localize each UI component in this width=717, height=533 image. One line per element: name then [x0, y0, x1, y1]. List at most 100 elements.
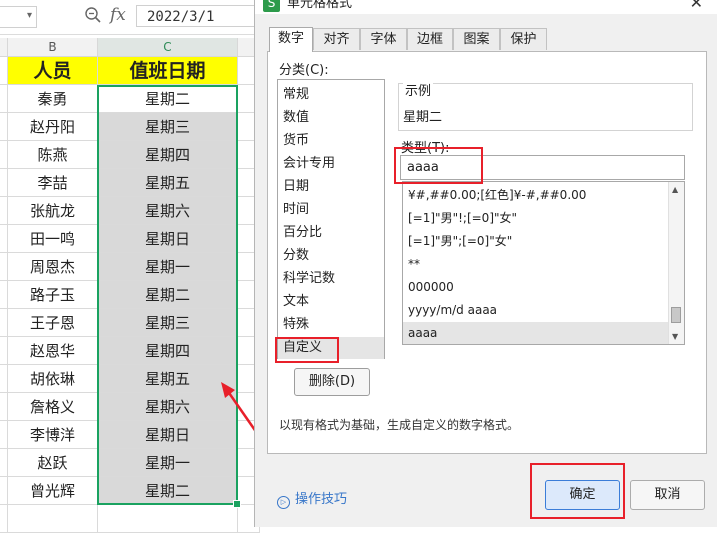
- cell[interactable]: [0, 253, 8, 281]
- cell[interactable]: [0, 85, 8, 113]
- delete-button[interactable]: 删除(D): [294, 368, 370, 396]
- chevron-down-icon[interactable]: ▾: [27, 10, 32, 21]
- cell[interactable]: [0, 449, 8, 477]
- day-cell[interactable]: 星期四: [98, 337, 238, 365]
- day-cell[interactable]: 星期一: [98, 253, 238, 281]
- tab-protection[interactable]: 保护: [500, 28, 547, 50]
- ok-button[interactable]: 确定: [545, 480, 620, 510]
- cell[interactable]: [0, 169, 8, 197]
- name-cell[interactable]: 李喆: [8, 169, 98, 197]
- format-list-scrollbar[interactable]: ▲ ▼: [668, 182, 684, 344]
- category-item-special[interactable]: 特殊: [283, 314, 383, 336]
- name-cell[interactable]: 赵恩华: [8, 337, 98, 365]
- dialog-title: 单元格格式: [287, 0, 353, 11]
- fx-icon[interactable]: fx: [110, 5, 126, 25]
- day-cell[interactable]: 星期三: [98, 113, 238, 141]
- format-item[interactable]: [=1]"男"!;[=0]"女": [403, 207, 669, 230]
- tab-alignment[interactable]: 对齐: [313, 28, 360, 50]
- table-row: 赵恩华 星期四: [0, 337, 260, 365]
- name-cell[interactable]: 曾光辉: [8, 477, 98, 505]
- cell[interactable]: [0, 197, 8, 225]
- name-cell[interactable]: 陈燕: [8, 141, 98, 169]
- cell[interactable]: [0, 365, 8, 393]
- cell[interactable]: [0, 225, 8, 253]
- name-cell[interactable]: 田一鸣: [8, 225, 98, 253]
- day-cell[interactable]: 星期六: [98, 197, 238, 225]
- name-cell[interactable]: 李博洋: [8, 421, 98, 449]
- tips-label[interactable]: 操作技巧: [295, 492, 347, 507]
- category-item-scientific[interactable]: 科学记数: [283, 268, 383, 290]
- format-list[interactable]: ¥#,##0.00;[红色]¥-#,##0.00 [=1]"男"!;[=0]"女…: [402, 181, 685, 345]
- scrollbar-thumb[interactable]: [671, 307, 681, 323]
- category-item-number[interactable]: 数值: [283, 107, 383, 129]
- day-cell[interactable]: 星期二: [98, 85, 238, 113]
- scroll-up-icon[interactable]: ▲: [672, 185, 678, 194]
- column-header-a[interactable]: [0, 38, 8, 57]
- category-item-accounting[interactable]: 会计专用: [283, 153, 383, 175]
- cell[interactable]: [0, 393, 8, 421]
- column-header-b[interactable]: B: [8, 38, 98, 57]
- category-list[interactable]: 常规 数值 货币 会计专用 日期 时间 百分比 分数 科学记数 文本 特殊 自定…: [277, 79, 385, 359]
- name-cell[interactable]: 胡依琳: [8, 365, 98, 393]
- table-row: 周恩杰 星期一: [0, 253, 260, 281]
- description-text: 以现有格式为基础，生成自定义的数字格式。: [279, 418, 520, 432]
- category-item-custom[interactable]: 自定义: [278, 337, 384, 359]
- category-item-currency[interactable]: 货币: [283, 130, 383, 152]
- format-item[interactable]: ¥#,##0.00;[红色]¥-#,##0.00: [403, 184, 669, 207]
- tab-number[interactable]: 数字: [269, 27, 313, 52]
- tips-link[interactable]: ▷ 操作技巧: [277, 488, 347, 509]
- name-cell[interactable]: 秦勇: [8, 85, 98, 113]
- tab-border[interactable]: 边框: [407, 28, 453, 50]
- day-cell[interactable]: 星期一: [98, 449, 238, 477]
- cell[interactable]: [98, 505, 238, 533]
- name-cell[interactable]: 詹格义: [8, 393, 98, 421]
- fill-handle[interactable]: [233, 500, 241, 508]
- cell[interactable]: [0, 309, 8, 337]
- format-item[interactable]: yyyy/m/d aaaa: [403, 299, 669, 322]
- category-item-text[interactable]: 文本: [283, 291, 383, 313]
- header-cell-name[interactable]: 人员: [8, 57, 98, 85]
- category-item-date[interactable]: 日期: [283, 176, 383, 198]
- format-item[interactable]: [=1]"男";[=0]"女": [403, 230, 669, 253]
- name-cell[interactable]: 路子玉: [8, 281, 98, 309]
- cell[interactable]: [0, 337, 8, 365]
- cancel-button[interactable]: 取消: [630, 480, 705, 510]
- column-header-c[interactable]: C: [98, 38, 238, 57]
- format-item[interactable]: **: [403, 253, 669, 276]
- cell[interactable]: [0, 113, 8, 141]
- tab-pattern[interactable]: 图案: [453, 28, 500, 50]
- cell[interactable]: [8, 505, 98, 533]
- formula-input[interactable]: 2022/3/1: [136, 5, 258, 27]
- category-item-time[interactable]: 时间: [283, 199, 383, 221]
- day-cell[interactable]: 星期二: [98, 477, 238, 505]
- type-input[interactable]: aaaa: [400, 155, 685, 180]
- format-item[interactable]: 000000: [403, 276, 669, 299]
- category-label: 分类(C):: [279, 63, 329, 78]
- day-cell[interactable]: 星期四: [98, 141, 238, 169]
- name-cell[interactable]: 周恩杰: [8, 253, 98, 281]
- zoom-icon[interactable]: [84, 6, 102, 24]
- header-cell-date[interactable]: 值班日期: [98, 57, 238, 85]
- name-cell[interactable]: 张航龙: [8, 197, 98, 225]
- category-item-percent[interactable]: 百分比: [283, 222, 383, 244]
- cell[interactable]: [0, 141, 8, 169]
- day-cell[interactable]: 星期日: [98, 225, 238, 253]
- cell[interactable]: [0, 477, 8, 505]
- name-cell[interactable]: 赵丹阳: [8, 113, 98, 141]
- category-item-general[interactable]: 常规: [283, 84, 383, 106]
- scroll-down-icon[interactable]: ▼: [672, 332, 678, 341]
- name-cell[interactable]: 王子恩: [8, 309, 98, 337]
- tab-font[interactable]: 字体: [360, 28, 407, 50]
- cell[interactable]: [0, 281, 8, 309]
- day-cell[interactable]: 星期二: [98, 281, 238, 309]
- day-cell[interactable]: 星期五: [98, 169, 238, 197]
- name-box[interactable]: ▾: [0, 6, 37, 28]
- format-item-selected[interactable]: aaaa: [403, 322, 669, 344]
- cell[interactable]: [0, 421, 8, 449]
- cell[interactable]: [0, 505, 8, 533]
- day-cell[interactable]: 星期三: [98, 309, 238, 337]
- category-item-fraction[interactable]: 分数: [283, 245, 383, 267]
- name-cell[interactable]: 赵跃: [8, 449, 98, 477]
- cell[interactable]: [0, 57, 8, 85]
- close-icon[interactable]: ✕: [690, 0, 703, 12]
